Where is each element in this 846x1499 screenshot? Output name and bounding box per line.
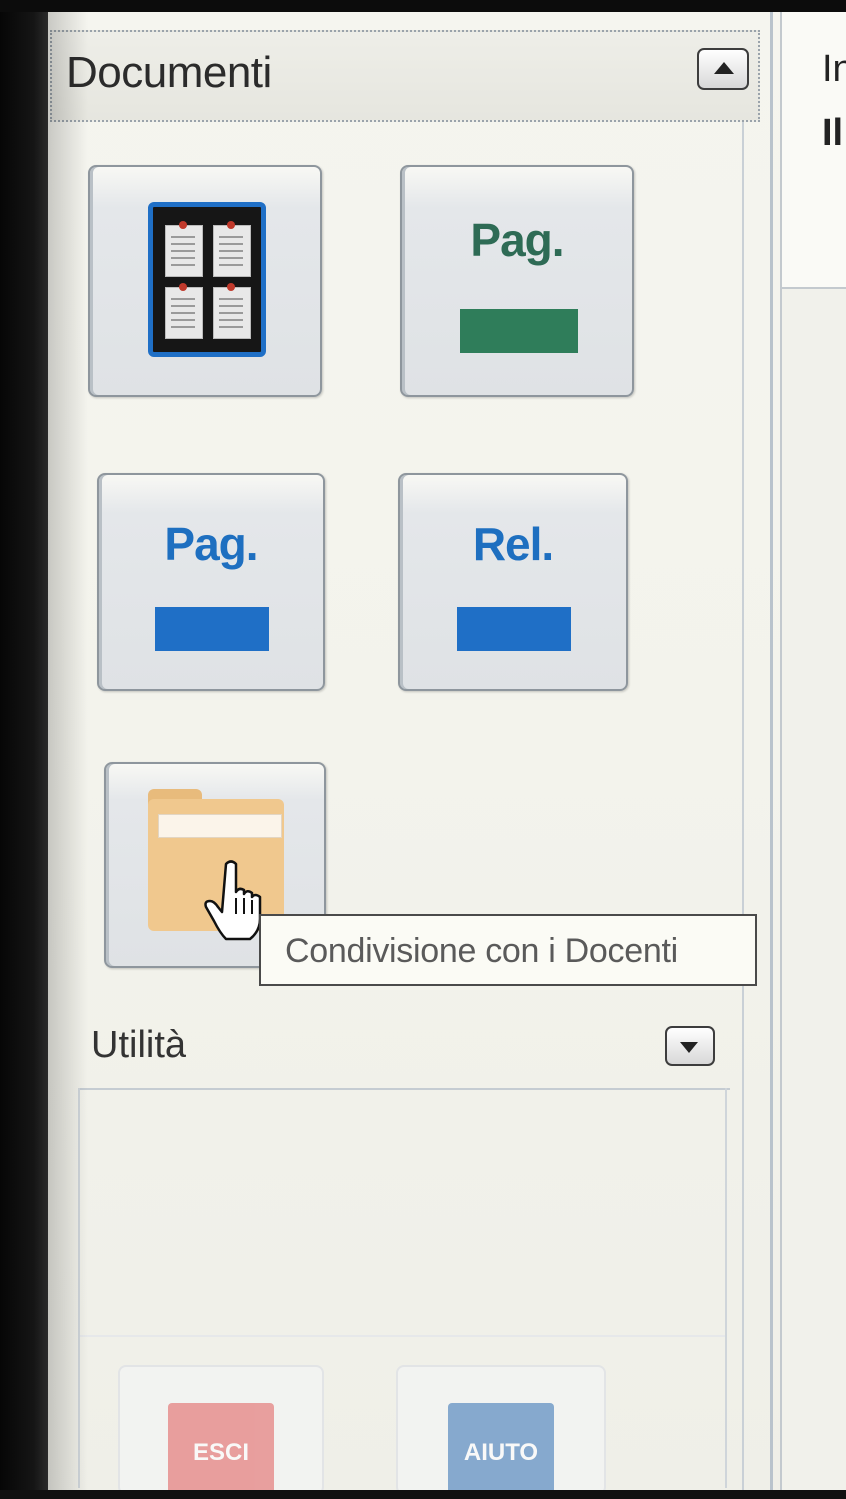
tile-pag-blue-label: Pag. (164, 518, 258, 570)
tile-aiuto[interactable]: AIUTO (396, 1365, 606, 1499)
screen: Documenti In Il Pag. Pag. Rel. Condivisi… (0, 0, 846, 1499)
sheet-3 (165, 283, 203, 339)
monitor-bezel-top (0, 0, 846, 12)
tile-pag-green[interactable]: Pag. (400, 165, 634, 397)
panel-divider (742, 120, 744, 1490)
utilita-title: Utilità (91, 1024, 187, 1066)
tile-rel-blue[interactable]: Rel. (398, 473, 628, 691)
tile-esci[interactable]: ESCI (118, 1365, 324, 1499)
right-pane-text-2: Il (822, 112, 844, 154)
tooltip: Condivisione con i Docenti (259, 914, 757, 986)
right-pane-lower (780, 289, 846, 1490)
tile-pag-blue[interactable]: Pag. (97, 473, 325, 691)
tile-pag-green-label: Pag. (470, 214, 564, 266)
tile-pag-blue-bar (155, 607, 269, 651)
folder-paper (158, 814, 282, 838)
documenti-collapse-button[interactable] (697, 48, 749, 90)
chevron-down-icon (680, 1042, 698, 1053)
monitor-bezel-left (0, 0, 48, 1499)
utilita-row-divider (80, 1335, 725, 1337)
tile-rel-blue-label: Rel. (472, 518, 554, 570)
chevron-up-icon (714, 62, 734, 74)
bulletin-board-icon (148, 202, 266, 357)
tile-rel-blue-bar (457, 607, 571, 651)
utilita-border-right (725, 1088, 727, 1488)
right-pane-text-1: In (822, 48, 846, 90)
tile-pag-green-bar (460, 309, 578, 353)
utilita-expand-button[interactable] (665, 1026, 715, 1066)
tile-bacheca[interactable] (88, 165, 322, 397)
sheet-4 (213, 283, 251, 339)
sheet-2 (213, 221, 251, 277)
documenti-title: Documenti (66, 48, 272, 97)
esci-button[interactable]: ESCI (168, 1403, 274, 1499)
bezel-shadow (48, 12, 88, 1490)
monitor-bezel-bottom (0, 1490, 846, 1499)
sheet-1 (165, 221, 203, 277)
aiuto-button[interactable]: AIUTO (448, 1403, 554, 1499)
